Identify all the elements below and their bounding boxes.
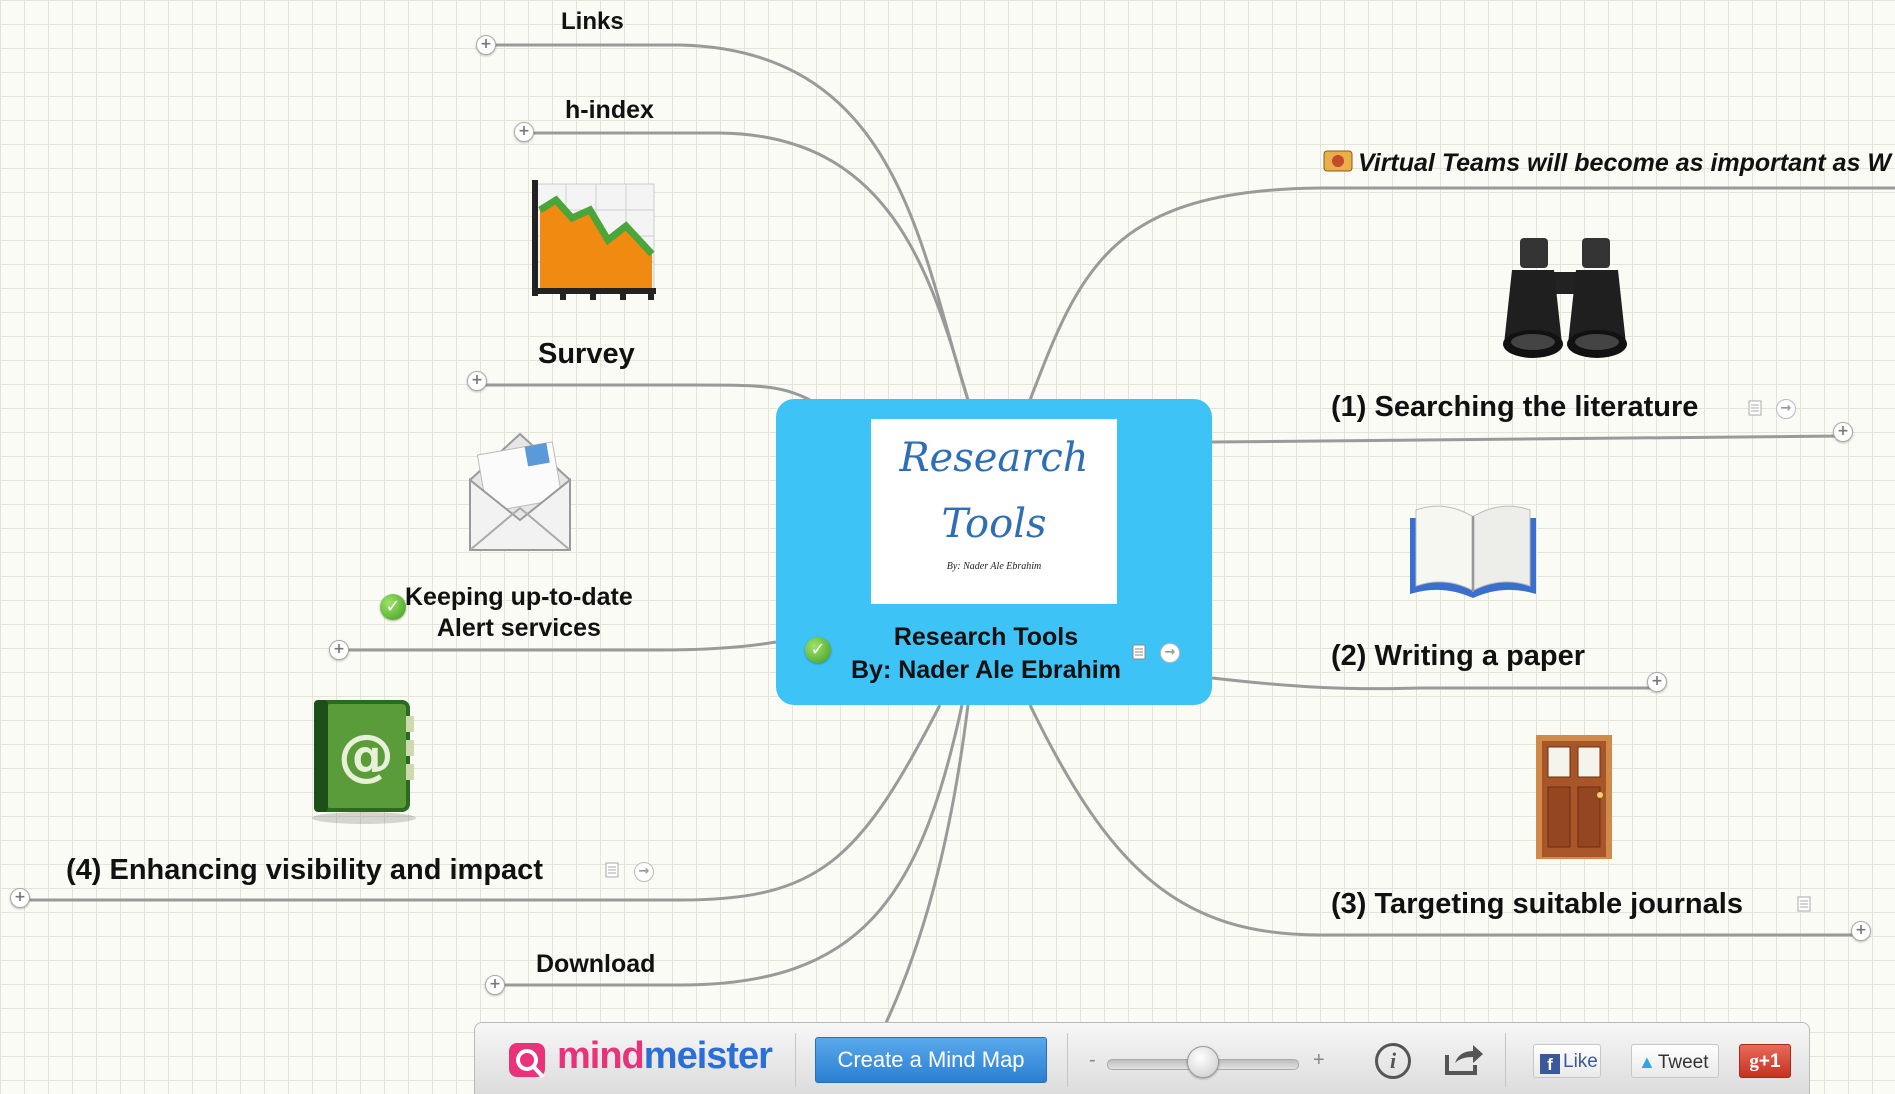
mindmeister-toolbar: mindmeister Create a Mind Map - + i f Lik… xyxy=(474,1022,1810,1094)
central-image-byline: By: Nader Ale Ebrahim xyxy=(946,561,1042,572)
expand-searching-button[interactable]: + xyxy=(1833,422,1853,442)
node-keeping-line2: Alert services xyxy=(436,614,601,642)
note-icon[interactable] xyxy=(1797,896,1811,912)
node-virtual-teams[interactable]: Virtual Teams will become as important a… xyxy=(1358,149,1891,178)
expand-h-index-button[interactable]: + xyxy=(514,122,534,142)
central-title: Research Tools By: Nader Ale Ebrahim xyxy=(816,621,1156,687)
svg-text:@: @ xyxy=(338,723,394,788)
central-image-title-1: Research xyxy=(899,435,1089,481)
central-title-line2: By: Nader Ale Ebrahim xyxy=(851,656,1121,684)
node-h-index[interactable]: h-index xyxy=(565,96,654,125)
mail-icon xyxy=(469,432,571,551)
node-links[interactable]: Links xyxy=(561,8,624,36)
link-icon[interactable]: → xyxy=(1776,399,1796,419)
expand-targeting-button[interactable]: + xyxy=(1851,921,1871,941)
zoom-out-button[interactable]: - xyxy=(1089,1049,1096,1072)
central-image: Research Tools By: Nader Ale Ebrahim xyxy=(871,419,1117,604)
node-keeping-line1: Keeping up-to-date xyxy=(405,583,633,611)
expand-keeping-button[interactable]: + xyxy=(329,640,349,660)
handshake-icon xyxy=(1323,150,1353,172)
node-searching-literature[interactable]: (1) Searching the literature xyxy=(1331,391,1698,424)
link-icon[interactable]: → xyxy=(1160,643,1180,663)
expand-writing-button[interactable]: + xyxy=(1647,672,1667,692)
node-keeping-up-to-date[interactable]: Keeping up-to-date Alert services xyxy=(405,582,633,644)
tweet-button[interactable]: ▲ Tweet xyxy=(1631,1044,1719,1078)
node-download[interactable]: Download xyxy=(536,950,655,979)
zoom-in-button[interactable]: + xyxy=(1313,1049,1325,1072)
node-enhancing-visibility[interactable]: (4) Enhancing visibility and impact xyxy=(66,854,543,887)
facebook-like-label: Like xyxy=(1563,1051,1598,1072)
expand-links-button[interactable]: + xyxy=(476,35,496,55)
share-icon[interactable] xyxy=(1443,1041,1485,1077)
google-plus-label: +1 xyxy=(1758,1051,1781,1072)
book-icon xyxy=(1410,505,1536,598)
note-icon[interactable] xyxy=(1748,400,1762,416)
google-plus-button[interactable]: g+1 xyxy=(1739,1044,1791,1078)
expand-download-button[interactable]: + xyxy=(485,975,505,995)
address-book-icon: @ xyxy=(312,700,416,824)
info-icon[interactable]: i xyxy=(1375,1043,1411,1079)
facebook-like-button[interactable]: f Like xyxy=(1533,1044,1601,1078)
binoculars-icon xyxy=(1503,238,1627,358)
zoom-slider-knob[interactable] xyxy=(1187,1046,1219,1078)
twitter-icon: ▲ xyxy=(1638,1052,1656,1072)
note-icon[interactable] xyxy=(1132,644,1146,660)
node-writing-paper[interactable]: (2) Writing a paper xyxy=(1331,640,1585,673)
mindmeister-logo-icon[interactable] xyxy=(507,1041,551,1081)
google-plus-icon: g xyxy=(1749,1051,1759,1072)
facebook-icon: f xyxy=(1540,1054,1560,1074)
central-title-line1: Research Tools xyxy=(893,623,1079,651)
mindmeister-logo[interactable]: mindmeister xyxy=(557,1035,773,1078)
logo-part-mind: mind xyxy=(557,1035,645,1077)
central-image-title-2: Tools xyxy=(941,501,1047,547)
create-mind-map-button[interactable]: Create a Mind Map xyxy=(815,1037,1047,1083)
expand-survey-button[interactable]: + xyxy=(467,371,487,391)
expand-enhancing-button[interactable]: + xyxy=(10,888,30,908)
node-survey[interactable]: Survey xyxy=(538,338,635,371)
chart-icon xyxy=(532,180,656,300)
logo-part-meister: meister xyxy=(643,1035,773,1077)
note-icon[interactable] xyxy=(605,862,619,878)
check-icon: ✓ xyxy=(380,594,406,620)
door-icon xyxy=(1536,735,1612,859)
tweet-label: Tweet xyxy=(1657,1052,1709,1073)
node-targeting-journals[interactable]: (3) Targeting suitable journals xyxy=(1331,888,1743,921)
central-node[interactable]: Research Tools By: Nader Ale Ebrahim ✓ R… xyxy=(776,399,1212,705)
link-icon[interactable]: → xyxy=(634,862,654,882)
